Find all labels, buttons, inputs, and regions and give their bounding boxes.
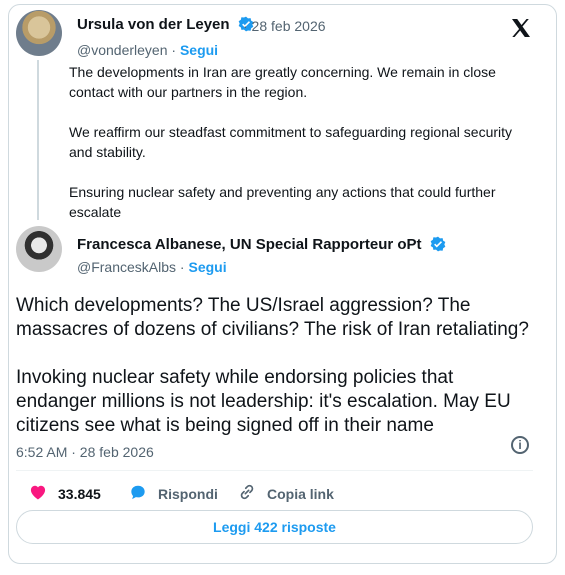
author-name-ursula[interactable]: Ursula von der Leyen: [77, 16, 254, 36]
author-name-text[interactable]: Francesca Albanese, UN Special Rapporteu…: [77, 236, 422, 253]
verified-badge-icon: [430, 236, 446, 256]
divider: [16, 470, 533, 471]
like-count: 33.845: [58, 485, 101, 502]
handle-row-ursula: @vonderleyen · Segui: [77, 42, 219, 58]
copy-link-button[interactable]: Copia link: [237, 482, 334, 505]
follow-button-ursula[interactable]: Segui: [180, 42, 218, 58]
thread-line: [37, 60, 39, 220]
reply-bubble-icon: [128, 482, 148, 505]
handle-francesca[interactable]: @FranceskAlbs: [77, 259, 176, 275]
link-icon: [237, 482, 257, 505]
avatar-francesca[interactable]: [16, 226, 62, 272]
heart-icon: [28, 482, 48, 505]
reply-paragraph-1: Which developments? The US/Israel aggres…: [16, 295, 529, 340]
read-replies-button[interactable]: Leggi 422 risposte: [16, 510, 533, 544]
handle-row-francesca: @FranceskAlbs · Segui: [77, 259, 227, 275]
x-logo-icon[interactable]: [509, 16, 533, 40]
post-paragraph-1: The developments in Iran are greatly con…: [69, 64, 496, 100]
post-paragraph-3: Ensuring nuclear safety and preventing a…: [69, 184, 496, 220]
follow-button-francesca[interactable]: Segui: [188, 259, 226, 275]
like-button[interactable]: 33.845: [28, 482, 101, 505]
copy-link-label: Copia link: [267, 485, 334, 502]
post-date[interactable]: · 28 feb 2026: [243, 18, 326, 34]
author-name-text[interactable]: Ursula von der Leyen: [77, 16, 230, 33]
avatar-ursula[interactable]: [16, 10, 62, 56]
handle-ursula[interactable]: @vonderleyen: [77, 42, 168, 58]
author-name-francesca[interactable]: Francesca Albanese, UN Special Rapporteu…: [77, 236, 446, 256]
reply-paragraph-2: Invoking nuclear safety while endorsing …: [16, 367, 511, 436]
info-icon[interactable]: i: [511, 436, 529, 454]
reply-timestamp[interactable]: 6:52 AM · 28 feb 2026: [16, 444, 154, 460]
reply-label: Rispondi: [158, 485, 218, 502]
reply-button[interactable]: Rispondi: [128, 482, 218, 505]
post-paragraph-2: We reaffirm our steadfast commitment to …: [69, 124, 513, 160]
